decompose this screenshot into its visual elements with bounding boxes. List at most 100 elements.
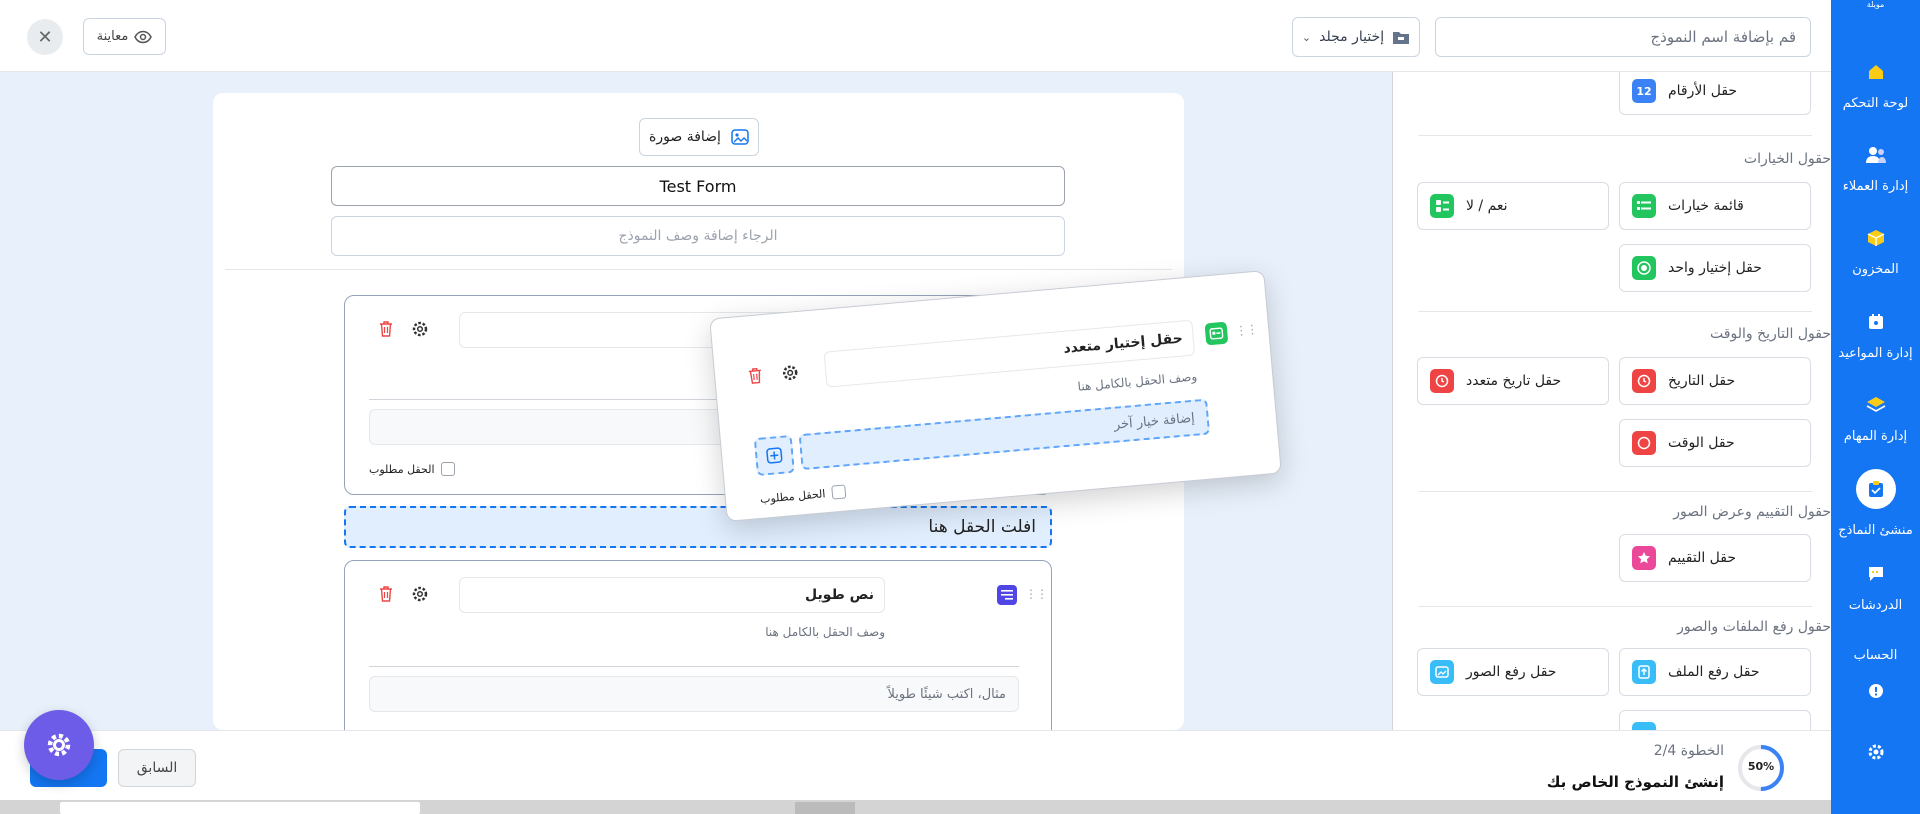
nav-label: منشئ النماذج xyxy=(1838,523,1913,538)
required-toggle[interactable]: الحقل مطلوب xyxy=(369,462,455,476)
date-field-button[interactable]: حقل التاريخ xyxy=(1619,357,1811,405)
progress-value: 50% xyxy=(1747,760,1775,773)
divider xyxy=(1418,311,1812,312)
field-label: حقل إختيار واحد xyxy=(1668,260,1762,276)
delete-icon[interactable] xyxy=(748,367,764,388)
more-field-button[interactable] xyxy=(1619,710,1811,730)
settings-gear-icon[interactable] xyxy=(411,320,429,342)
nav-label: الحساب xyxy=(1853,648,1898,663)
radio-icon xyxy=(1632,256,1656,280)
delete-icon[interactable] xyxy=(379,586,393,606)
nav-settings[interactable] xyxy=(1831,740,1920,764)
home-icon xyxy=(1864,60,1888,84)
step-heading: إنشئ النموذج الخاص بك xyxy=(1546,773,1724,791)
section-title-rating: حقول التقييم وعرض الصور xyxy=(1673,504,1831,520)
eye-icon xyxy=(134,30,153,43)
field-label: حقل رفع الملف xyxy=(1668,664,1760,680)
scrollbar-thumb[interactable] xyxy=(60,802,420,814)
nav-label: الدردشات xyxy=(1848,598,1903,613)
users-icon xyxy=(1864,143,1888,167)
nav-item-customers[interactable]: إدارة العملاء xyxy=(1831,143,1920,194)
upload-icon xyxy=(1632,722,1656,730)
required-checkbox[interactable] xyxy=(440,462,455,476)
gear-icon xyxy=(1864,740,1888,764)
divider xyxy=(1418,135,1812,136)
preview-label: معاينة xyxy=(96,29,129,44)
single-choice-button[interactable]: حقل إختيار واحد xyxy=(1619,244,1811,292)
form-description-input[interactable]: الرجاء إضافة وصف النموذج xyxy=(331,216,1065,256)
fields-panel: 12 حقل الأرقام حقول الخيارات قائمة خيارا… xyxy=(1392,72,1831,730)
brand-logo: مويلة xyxy=(1866,0,1885,9)
settings-gear-icon[interactable] xyxy=(780,363,800,386)
drag-handle-icon[interactable]: ⋮⋮ xyxy=(1025,587,1048,601)
rating-field-button[interactable]: حقل التقييم xyxy=(1619,534,1811,582)
file-upload-button[interactable]: حقل رفع الملف xyxy=(1619,648,1811,696)
nav-label: إدارة المواعيد xyxy=(1838,346,1913,361)
required-checkbox[interactable] xyxy=(830,484,846,500)
field-label: حقل الوقت xyxy=(1668,435,1735,451)
add-image-button[interactable]: إضافة صورة xyxy=(639,118,759,156)
preview-button[interactable]: معاينة xyxy=(83,18,166,55)
calendar-icon xyxy=(1864,310,1888,334)
nav-item-appointments[interactable]: إدارة المواعيد xyxy=(1831,310,1920,361)
box-icon xyxy=(1864,226,1888,250)
file-upload-icon xyxy=(1632,660,1656,684)
step-indicator: الخطوة 2/4 xyxy=(1653,743,1724,759)
yes-no-button[interactable]: نعم / لا xyxy=(1417,182,1609,230)
drag-handle-icon[interactable]: ⋮⋮ xyxy=(1235,322,1258,338)
nav-label: إدارة العملاء xyxy=(1842,179,1909,194)
folder-select[interactable]: ⌄ إختيار مجلد xyxy=(1292,17,1420,57)
add-option-button[interactable] xyxy=(753,434,795,477)
layers-icon xyxy=(1864,393,1888,417)
info-icon xyxy=(1864,679,1888,703)
image-upload-button[interactable]: حقل رفع الصور xyxy=(1417,648,1609,696)
divider xyxy=(225,269,1172,270)
number-icon: 12 xyxy=(1632,79,1656,103)
drop-zone[interactable]: افلت الحقل هنا xyxy=(344,506,1052,548)
date-icon xyxy=(1632,369,1656,393)
clipboard-icon xyxy=(1855,469,1896,509)
nav-item-account[interactable]: الحساب xyxy=(1831,648,1920,703)
required-toggle[interactable]: الحقل مطلوب xyxy=(759,484,846,506)
form-title-input[interactable]: Test Form xyxy=(331,166,1065,206)
main-nav: مويلة لوحة التحكم إدارة العملاء المخزون … xyxy=(1831,0,1920,814)
progress-ring: 50% xyxy=(1736,743,1786,793)
choice-list-button[interactable]: قائمة خيارات xyxy=(1619,182,1811,230)
section-title-datetime: حقول التاريخ والوقت xyxy=(1710,326,1831,342)
folder-select-label: إختيار مجلد xyxy=(1319,29,1385,45)
field-label: نعم / لا xyxy=(1466,198,1508,214)
multi-date-icon xyxy=(1430,369,1454,393)
required-label: الحقل مطلوب xyxy=(759,486,826,506)
divider xyxy=(1418,491,1812,492)
nav-item-form-builder[interactable]: منشئ النماذج xyxy=(1831,469,1920,538)
add-image-label: إضافة صورة xyxy=(649,129,721,145)
field-label: حقل الأرقام xyxy=(1668,83,1738,99)
multi-choice-icon xyxy=(1204,321,1229,346)
field-label: حقل رفع الصور xyxy=(1466,664,1557,680)
image-upload-icon xyxy=(1430,660,1454,684)
field-description[interactable]: وصف الحقل بالكامل هنا xyxy=(459,625,885,639)
close-button[interactable]: ✕ xyxy=(27,19,63,55)
nav-item-inventory[interactable]: المخزون xyxy=(1831,226,1920,277)
settings-fab[interactable] xyxy=(24,710,94,780)
horizontal-scrollbar[interactable] xyxy=(0,800,1831,814)
multi-date-field-button[interactable]: حقل تاريخ متعدد xyxy=(1417,357,1609,405)
toggle-icon xyxy=(1430,194,1454,218)
nav-label: لوحة التحكم xyxy=(1842,96,1909,111)
settings-gear-icon[interactable] xyxy=(411,585,429,607)
previous-button[interactable]: السابق xyxy=(118,749,196,787)
field-label: قائمة خيارات xyxy=(1668,198,1744,214)
form-name-input[interactable]: قم بإضافة اسم النموذج xyxy=(1435,17,1811,57)
plus-icon xyxy=(766,447,783,464)
bottom-bar: 50% الخطوة 2/4 إنشئ النموذج الخاص بك الس… xyxy=(0,730,1831,800)
time-field-button[interactable]: حقل الوقت xyxy=(1619,419,1811,467)
chevron-down-icon: ⌄ xyxy=(1301,30,1312,44)
nav-item-tasks[interactable]: إدارة المهام xyxy=(1831,393,1920,444)
number-field-button[interactable]: 12 حقل الأرقام xyxy=(1619,72,1811,115)
nav-item-dashboard[interactable]: لوحة التحكم xyxy=(1831,60,1920,111)
delete-icon[interactable] xyxy=(379,321,393,341)
field-title-input[interactable]: نص طويل xyxy=(459,577,885,613)
nav-item-chats[interactable]: الدردشات xyxy=(1831,562,1920,613)
section-title-uploads: حقول رفع الملفات والصور xyxy=(1677,619,1831,635)
divider xyxy=(369,666,1019,667)
